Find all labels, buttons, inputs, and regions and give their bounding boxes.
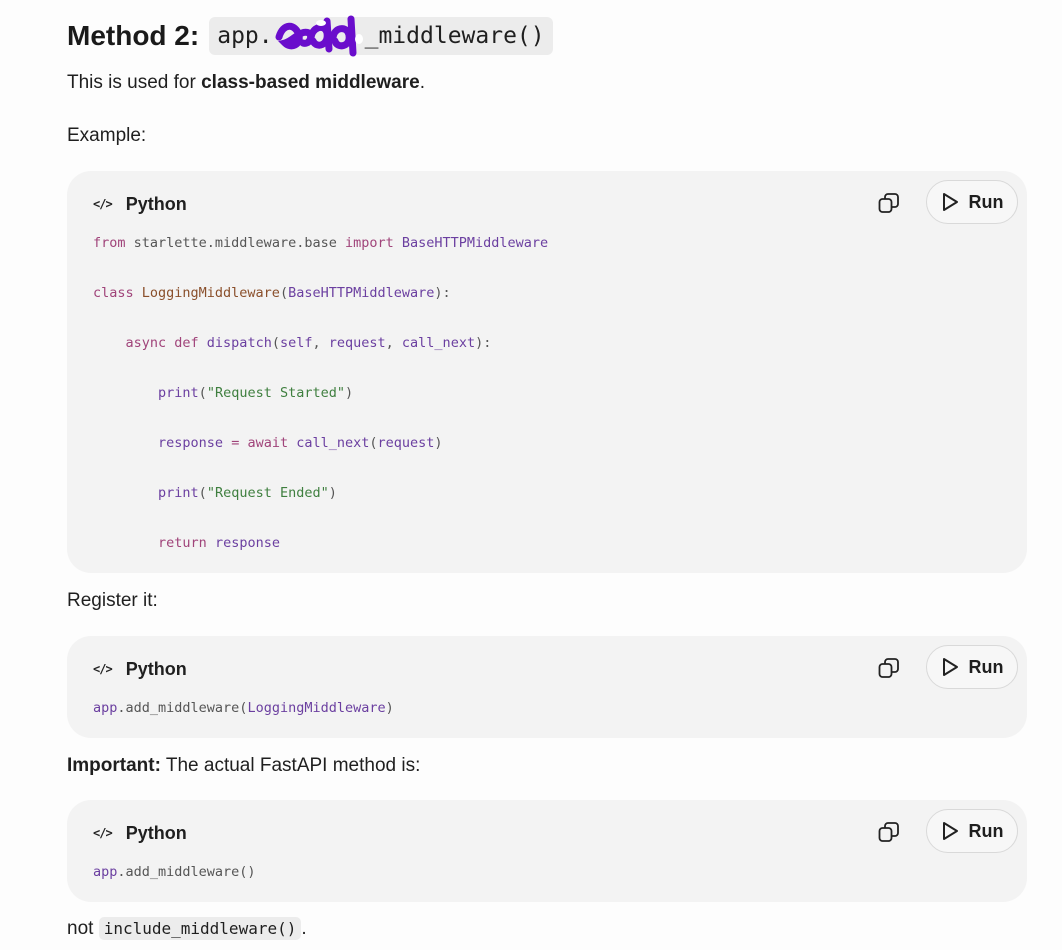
heading-prefix: Method 2:	[67, 20, 200, 51]
intro-period: .	[419, 72, 425, 93]
code-block-header: </> Python	[93, 193, 187, 215]
inline-code: include_middleware()	[98, 917, 302, 940]
play-icon	[942, 193, 958, 211]
footer-period: .	[301, 918, 307, 939]
run-label: Run	[968, 820, 1004, 841]
section-heading: Method 2: app. _middleware()	[67, 14, 553, 58]
code-content: from starlette.middleware.base import Ba…	[93, 233, 548, 583]
code-line: async def dispatch(self, request, call_n…	[125, 335, 492, 351]
run-button[interactable]: Run	[926, 809, 1018, 853]
code-block-header: </> Python	[93, 822, 187, 844]
copy-button[interactable]	[877, 820, 901, 844]
code-line: print("Request Ended")	[158, 485, 337, 501]
code-content: app.add_middleware()	[93, 862, 256, 882]
code-line: class LoggingMiddleware(BaseHTTPMiddlewa…	[93, 285, 451, 301]
code-block-3: </> Python Run app.add_middleware()	[67, 800, 1027, 902]
code-line: from starlette.middleware.base import Ba…	[93, 235, 549, 251]
run-button[interactable]: Run	[926, 645, 1018, 689]
run-label: Run	[968, 191, 1004, 212]
code-content: app.add_middleware(LoggingMiddleware)	[93, 698, 394, 718]
code-icon: </>	[93, 197, 113, 211]
play-icon	[942, 658, 958, 676]
play-icon	[942, 822, 958, 840]
copy-button[interactable]	[877, 191, 901, 215]
register-label: Register it:	[67, 590, 158, 611]
code-block-header: </> Python	[93, 658, 187, 680]
code-block-1: </> Python Run from starlette.middleware…	[67, 171, 1027, 573]
important-paragraph: Important: The actual FastAPI method is:	[67, 755, 420, 777]
intro-paragraph: This is used for class-based middleware.	[67, 72, 425, 94]
code-icon: </>	[93, 662, 113, 676]
language-label: Python	[125, 193, 187, 214]
language-label: Python	[125, 658, 187, 679]
important-bold: Important:	[67, 755, 161, 776]
important-text: The actual FastAPI method is:	[160, 755, 421, 776]
code-line: app.add_middleware(LoggingMiddleware)	[93, 700, 394, 716]
code-line: return response	[158, 535, 280, 551]
run-button[interactable]: Run	[926, 180, 1018, 224]
code-icon: </>	[93, 826, 113, 840]
run-label: Run	[968, 656, 1004, 677]
copy-icon	[878, 658, 899, 678]
heading-code-start: app.	[217, 23, 273, 49]
footer-text: not	[67, 918, 99, 939]
footer-paragraph: not include_middleware().	[67, 917, 307, 940]
intro-text: This is used for	[67, 72, 202, 93]
code-line: print("Request Started")	[158, 385, 354, 401]
code-line: app.add_middleware()	[93, 864, 256, 880]
intro-bold: class-based middleware	[201, 72, 420, 93]
redaction-scribble	[273, 15, 365, 57]
heading-code-end: _middleware()	[364, 23, 545, 49]
code-line: response = await call_next(request)	[158, 435, 443, 451]
heading-code-chip: app. _middleware()	[209, 15, 553, 57]
copy-button[interactable]	[877, 656, 901, 680]
copy-icon	[878, 193, 899, 213]
copy-icon	[878, 822, 899, 842]
code-block-2: </> Python Run app.add_middleware(Loggin…	[67, 636, 1027, 738]
example-label: Example:	[67, 125, 147, 146]
language-label: Python	[125, 822, 187, 843]
